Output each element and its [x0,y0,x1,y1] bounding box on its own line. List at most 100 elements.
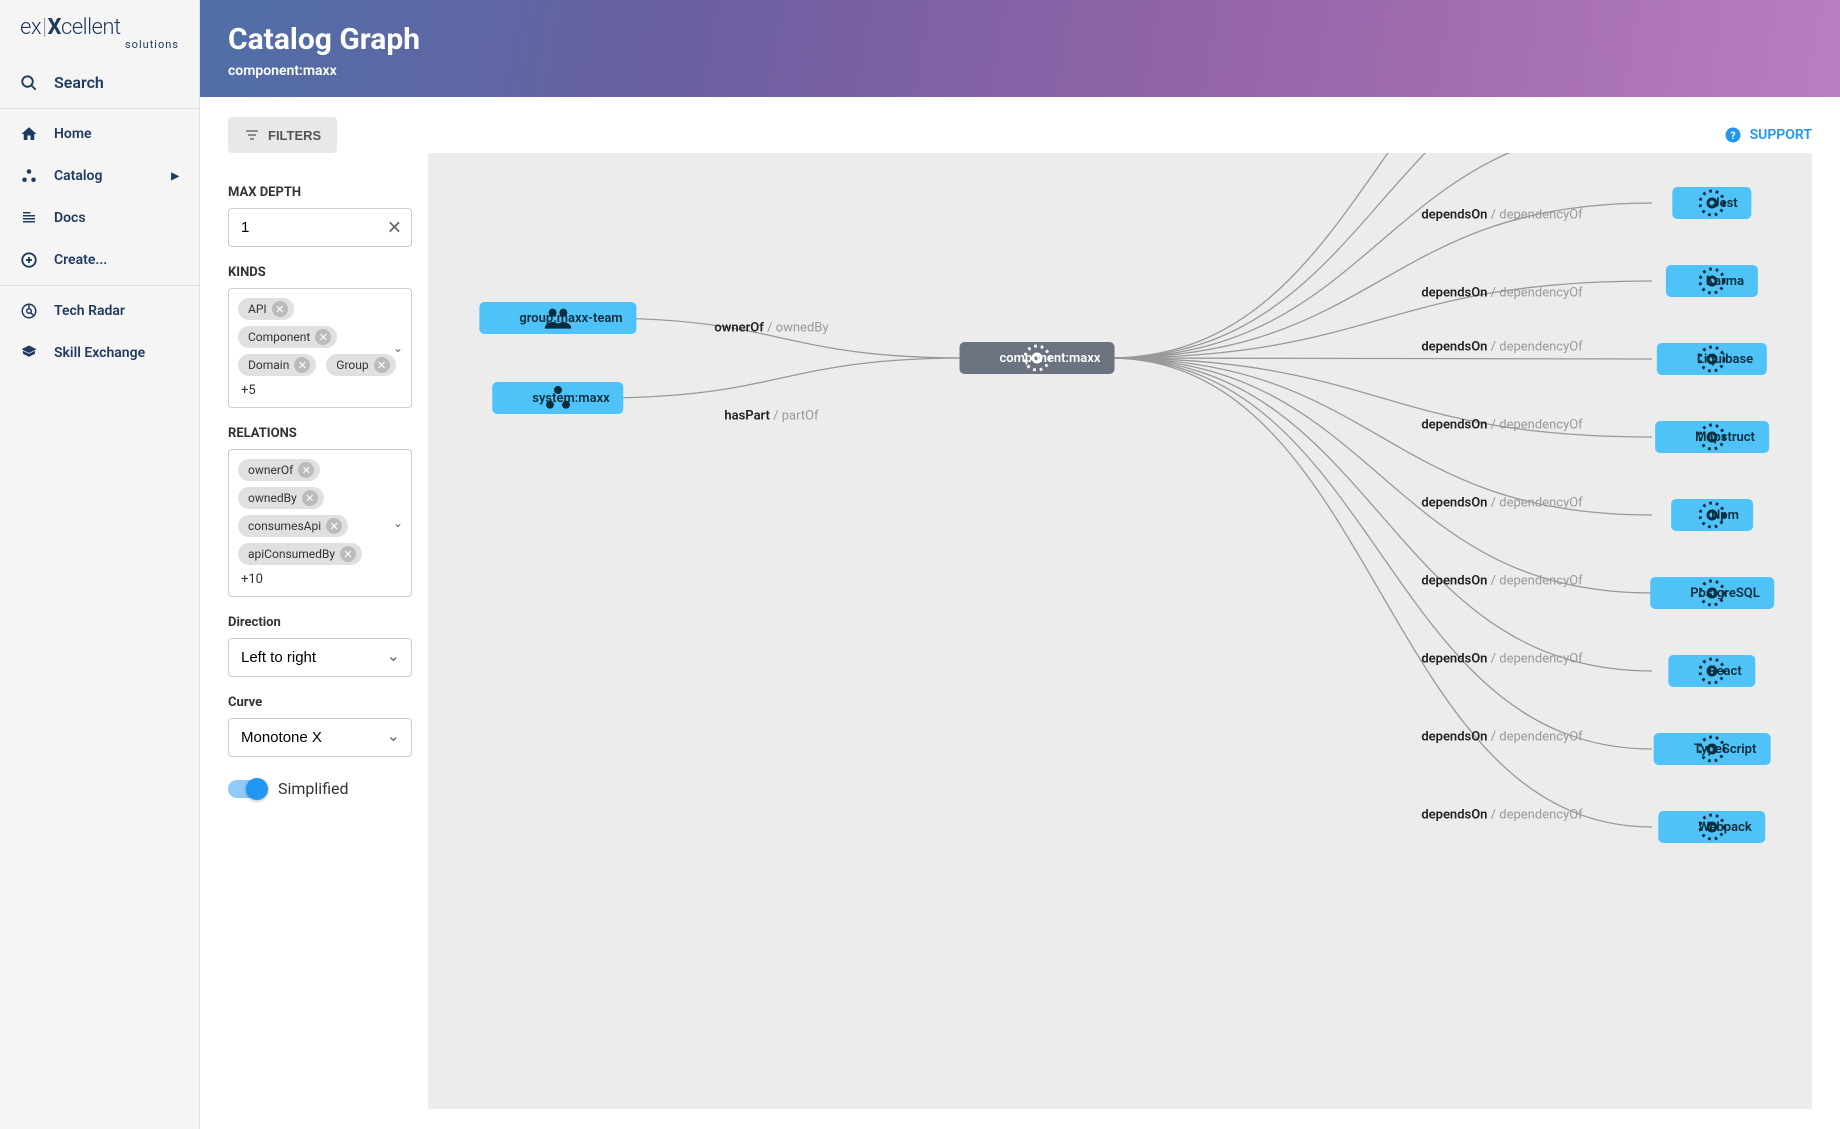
filter-icon [244,127,260,143]
edge-label: dependsOn / dependencyOf [1421,418,1582,433]
nav-skill-exchange[interactable]: Skill Exchange [0,332,199,374]
node-icon [1680,272,1698,290]
node-icon [1668,740,1686,758]
graph-node-group[interactable]: group:maxx-team [479,302,636,334]
chip-label: consumesApi [248,519,321,533]
relations-label: RELATIONS [228,426,412,441]
chevron-down-icon[interactable]: ⌄ [393,341,403,355]
graph-node-postgresql[interactable]: PostgreSQL [1650,577,1774,609]
chip-label: apiConsumedBy [248,547,335,561]
chevron-right-icon: ▶ [171,171,179,182]
graph-node-npm[interactable]: Npm [1671,499,1753,531]
filter-panel: MAX DEPTH ✕ KINDS API ✕ Component ✕ Domain… [228,153,412,1109]
graph-node-system[interactable]: system:maxx [492,382,623,414]
kinds-more: +5 [241,383,256,398]
graph-node-react[interactable]: React [1668,655,1755,687]
svg-text:?: ? [1730,129,1735,142]
chip-remove-icon[interactable]: ✕ [302,490,318,506]
chip-label: ownerOf [248,463,293,477]
nav-label: Skill Exchange [54,345,145,361]
sidebar: ex|Xcellent solutions Search Home Catalo… [0,0,200,1129]
chip: ownerOf ✕ [238,459,320,481]
search-label: Search [54,73,104,92]
main: Catalog Graph component:maxx FILTERS ? S… [200,0,1840,1129]
nav-home[interactable]: Home [0,113,199,155]
chip-remove-icon[interactable]: ✕ [315,329,331,345]
skill-icon [20,344,38,362]
max-depth-label: MAX DEPTH [228,185,412,200]
toolbar: FILTERS ? SUPPORT [200,97,1840,153]
chip-remove-icon[interactable]: ✕ [294,357,310,373]
graph-node-jest[interactable]: Jest [1672,187,1751,219]
clear-icon[interactable]: ✕ [387,217,402,238]
support-link[interactable]: ? SUPPORT [1724,126,1812,144]
simplified-toggle[interactable] [228,780,266,798]
nav-docs[interactable]: Docs [0,197,199,239]
kinds-label: KINDS [228,265,412,280]
edge-label: hasPart / partOf [724,409,818,424]
node-icon [973,349,991,367]
search-icon [20,74,38,92]
nav-catalog[interactable]: Catalog ▶ [0,155,199,197]
curve-label: Curve [228,695,412,710]
filters-label: FILTERS [268,128,321,143]
search-button[interactable]: Search [0,61,199,104]
chevron-down-icon[interactable]: ⌄ [393,516,403,530]
help-icon: ? [1724,126,1742,144]
nav-label: Catalog [54,168,102,184]
chip-label: Domain [248,358,289,372]
support-label: SUPPORT [1750,127,1812,143]
chip-remove-icon[interactable]: ✕ [326,518,342,534]
chip-remove-icon[interactable]: ✕ [298,462,314,478]
simplified-label: Simplified [278,779,349,798]
graph-node-center[interactable]: component:maxx [959,342,1114,374]
node-icon [1672,818,1690,836]
nav-label: Docs [54,210,86,226]
edge-label: dependsOn / dependencyOf [1421,652,1582,667]
node-icon [1664,584,1682,602]
graph-node-typescript[interactable]: TypeScript [1654,733,1771,765]
chip: Group ✕ [326,354,395,376]
chip: API ✕ [238,298,294,320]
graph-node-liquibase[interactable]: Liquibase [1657,343,1767,375]
chip-remove-icon[interactable]: ✕ [272,301,288,317]
chip-remove-icon[interactable]: ✕ [340,546,356,562]
relations-more: +10 [241,572,263,587]
chip: ownedBy ✕ [238,487,324,509]
edge-label: dependsOn / dependencyOf [1421,808,1582,823]
curve-select[interactable]: Monotone X [228,718,412,757]
filters-button[interactable]: FILTERS [228,117,337,153]
chip-label: API [248,302,267,316]
graph-canvas[interactable]: Jest dependsOn / dependencyOf Karma depends… [428,153,1812,1109]
graph-node-karma[interactable]: Karma [1666,265,1758,297]
kinds-select[interactable]: API ✕ Component ✕ Domain ✕ Group ✕ +5 ⌄ [228,288,412,408]
edge-label: dependsOn / dependencyOf [1421,496,1582,511]
divider [0,108,199,109]
max-depth-input[interactable] [228,208,412,247]
chip-remove-icon[interactable]: ✕ [374,357,390,373]
chip: apiConsumedBy ✕ [238,543,362,565]
chip-label: Component [248,330,310,344]
edge-label: dependsOn / dependencyOf [1421,574,1582,589]
relations-select[interactable]: ownerOf✕ ownedBy✕ consumesApi✕ apiConsum… [228,449,412,597]
edge-label: dependsOn / dependencyOf [1421,286,1582,301]
chip-label: ownedBy [248,491,297,505]
nav-create[interactable]: Create... [0,239,199,281]
chip: Component ✕ [238,326,337,348]
nav-tech-radar[interactable]: Tech Radar [0,290,199,332]
edge-label: dependsOn / dependencyOf [1421,208,1582,223]
radar-icon [20,302,38,320]
page-subtitle: component:maxx [228,63,1812,79]
node-icon [1686,194,1704,212]
chip-label: Group [336,358,368,372]
graph-node-webpack[interactable]: Webpack [1658,811,1765,843]
direction-select[interactable]: Left to right [228,638,412,677]
nav-label: Home [54,126,92,142]
node-icon [493,309,511,327]
node-icon [1685,506,1703,524]
graph-node-mapstruct[interactable]: Mapstruct [1655,421,1769,453]
home-icon [20,125,38,143]
chip: consumesApi ✕ [238,515,348,537]
node-icon [1682,662,1700,680]
edge-label: ownerOf / ownedBy [714,321,828,336]
